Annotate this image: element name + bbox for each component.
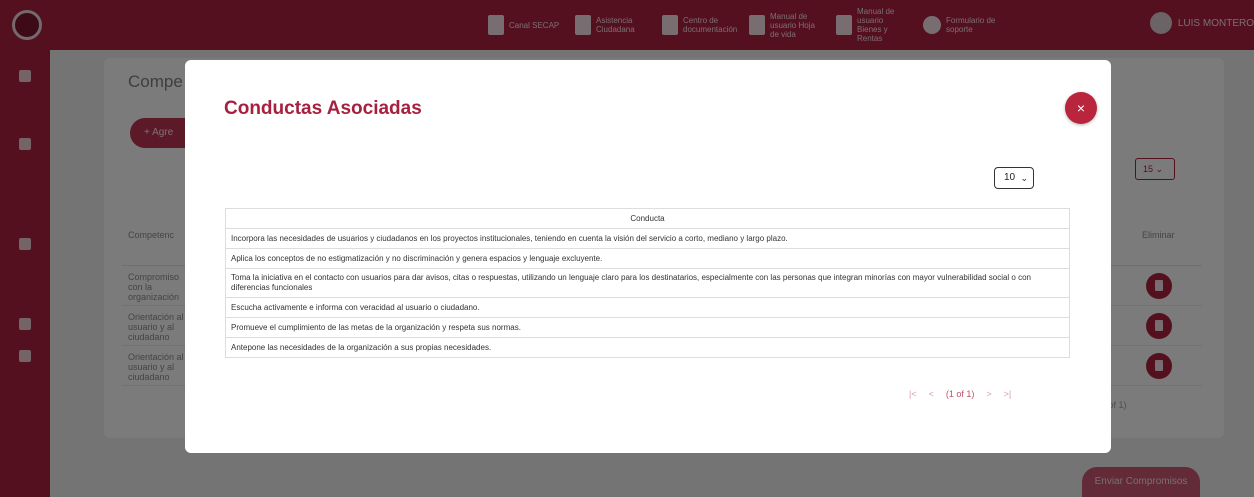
table-row: Incorpora las necesidades de usuarios y … — [225, 228, 1070, 249]
modal-title: Conductas Asociadas — [224, 98, 422, 119]
page-size-value: 10 — [1004, 172, 1016, 183]
paginator: |< < (1 of 1) > >| — [909, 389, 1023, 399]
table-row: Antepone las necesidades de la organizac… — [225, 337, 1070, 358]
last-page-button[interactable]: >| — [1004, 389, 1012, 399]
table-row: Promueve el cumplimiento de las metas de… — [225, 317, 1070, 338]
page-status: (1 of 1) — [945, 389, 975, 399]
close-icon: × — [1076, 100, 1086, 116]
associated-behaviors-modal: Conductas Asociadas × 10 ⌄ Conducta Inco… — [185, 60, 1111, 453]
close-button[interactable]: × — [1065, 92, 1097, 124]
page-size-select[interactable]: 10 ⌄ — [994, 167, 1034, 189]
table-row: Escucha activamente e informa con veraci… — [225, 297, 1070, 318]
first-page-button[interactable]: |< — [909, 389, 917, 399]
next-page-button[interactable]: > — [986, 389, 991, 399]
behaviors-table: Conducta Incorpora las necesidades de us… — [225, 208, 1070, 358]
column-header-conducta: Conducta — [225, 208, 1070, 229]
table-row: Aplica los conceptos de no estigmatizaci… — [225, 248, 1070, 269]
table-row: Toma la iniciativa en el contacto con us… — [225, 268, 1070, 298]
chevron-down-icon: ⌄ — [1020, 173, 1028, 183]
prev-page-button[interactable]: < — [929, 389, 934, 399]
